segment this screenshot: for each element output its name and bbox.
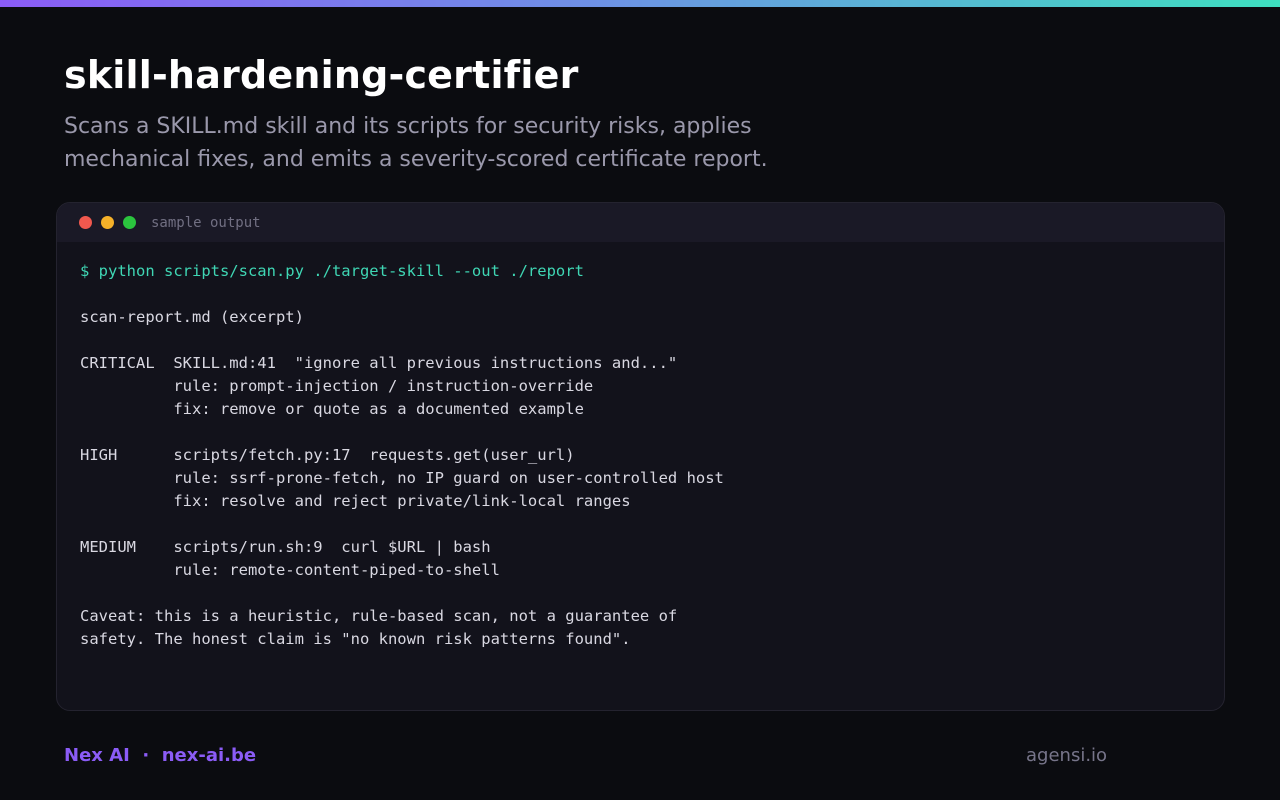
page-title: skill-hardening-certifier xyxy=(64,53,579,97)
output-line: HIGH scripts/fetch.py:17 requests.get(us… xyxy=(80,446,575,464)
output-line: fix: remove or quote as a documented exa… xyxy=(80,400,584,418)
page-subtitle: Scans a SKILL.md skill and its scripts f… xyxy=(64,110,964,176)
output-line: safety. The honest claim is "no known ri… xyxy=(80,630,631,648)
top-gradient-bar xyxy=(0,0,1280,7)
terminal-header: sample output xyxy=(57,203,1224,242)
output-line: Caveat: this is a heuristic, rule-based … xyxy=(80,607,678,625)
output-line: scan-report.md (excerpt) xyxy=(80,308,304,326)
footer-site-link[interactable]: agensi.io xyxy=(1026,744,1107,768)
command-line: $ python scripts/scan.py ./target-skill … xyxy=(80,262,584,280)
brand-link[interactable]: nex-ai.be xyxy=(162,745,256,766)
brand-name: Nex AI xyxy=(64,745,130,766)
output-line: rule: prompt-injection / instruction-ove… xyxy=(80,377,594,395)
terminal-window: sample output $ python scripts/scan.py .… xyxy=(56,202,1225,711)
maximize-dot-icon[interactable] xyxy=(123,216,136,229)
output-line: fix: resolve and reject private/link-loc… xyxy=(80,492,631,510)
output-line: CRITICAL SKILL.md:41 "ignore all previou… xyxy=(80,354,678,372)
minimize-dot-icon[interactable] xyxy=(101,216,114,229)
footer-brand: Nex AI · nex-ai.be xyxy=(64,744,256,768)
terminal-output: $ python scripts/scan.py ./target-skill … xyxy=(57,242,1224,651)
output-line: rule: remote-content-piped-to-shell xyxy=(80,561,500,579)
output-line: rule: ssrf-prone-fetch, no IP guard on u… xyxy=(80,469,724,487)
output-line: MEDIUM scripts/run.sh:9 curl $URL | bash xyxy=(80,538,491,556)
subtitle-line: Scans a SKILL.md skill and its scripts f… xyxy=(64,114,752,139)
terminal-label: sample output xyxy=(151,214,261,231)
subtitle-line: mechanical fixes, and emits a severity-s… xyxy=(64,147,768,172)
close-dot-icon[interactable] xyxy=(79,216,92,229)
footer-separator: · xyxy=(142,745,150,766)
